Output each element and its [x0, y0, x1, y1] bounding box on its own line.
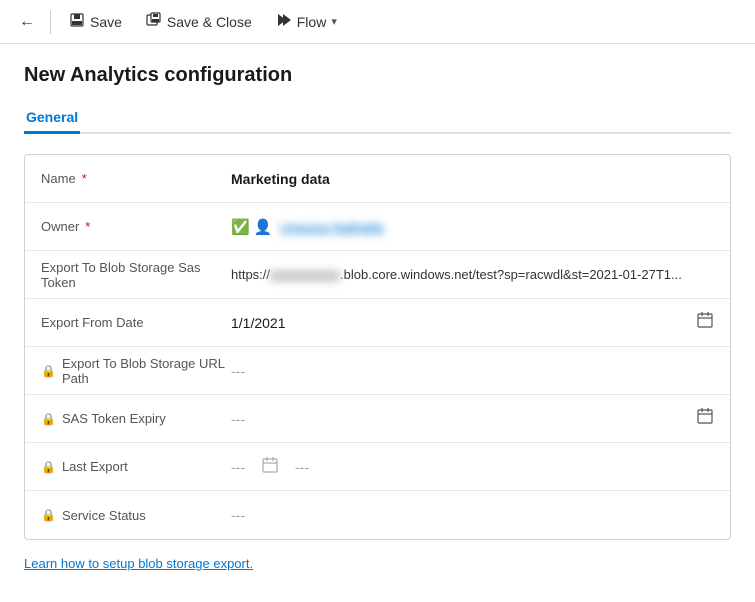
value-export-date: 1/1/2021	[231, 311, 714, 334]
flow-label: Flow	[297, 14, 327, 30]
required-star-owner: *	[85, 219, 90, 234]
owner-icons: ✅ 👤	[231, 218, 272, 236]
owner-name[interactable]: Urquiza Nathalie	[280, 219, 384, 235]
save-close-icon	[146, 12, 162, 31]
label-last-export: 🔒 Last Export	[41, 459, 231, 474]
learn-more-link[interactable]: Learn how to setup blob storage export.	[24, 556, 731, 571]
form-row-url-path: 🔒 Export To Blob Storage URL Path ---	[25, 347, 730, 395]
form-row-service-status: 🔒 Service Status ---	[25, 491, 730, 539]
value-last-export: --- ---	[231, 456, 714, 477]
toolbar: ← Save Save & Close	[0, 0, 755, 44]
required-star-name: *	[82, 171, 87, 186]
sas-token-url: https://.blob.core.windows.net/test?sp=r…	[231, 267, 682, 282]
toolbar-divider	[50, 10, 51, 34]
flow-button[interactable]: Flow ▾	[266, 8, 347, 35]
tabs: General	[24, 103, 731, 134]
form-card: Name * Marketing data Owner * ✅ 👤 Urquiz…	[24, 154, 731, 540]
flow-chevron-icon: ▾	[331, 15, 337, 28]
lock-icon-sas-expiry: 🔒	[41, 412, 56, 426]
check-circle-icon: ✅	[231, 218, 250, 236]
person-icon: 👤	[254, 218, 273, 236]
lock-icon-service-status: 🔒	[41, 508, 56, 522]
form-row-sas-expiry: 🔒 SAS Token Expiry ---	[25, 395, 730, 443]
back-icon: ←	[19, 13, 35, 31]
label-sas-token: Export To Blob Storage Sas Token	[41, 260, 231, 290]
label-export-date: Export From Date	[41, 315, 231, 330]
save-close-label: Save & Close	[167, 14, 252, 30]
value-url-path: ---	[231, 363, 714, 379]
form-row-export-date: Export From Date 1/1/2021	[25, 299, 730, 347]
lock-icon-url-path: 🔒	[41, 364, 56, 378]
value-sas-expiry: ---	[231, 407, 714, 430]
lock-icon-last-export: 🔒	[41, 460, 56, 474]
form-row-owner: Owner * ✅ 👤 Urquiza Nathalie	[25, 203, 730, 251]
label-url-path: 🔒 Export To Blob Storage URL Path	[41, 356, 231, 386]
back-button[interactable]: ←	[12, 7, 42, 37]
save-label: Save	[90, 14, 122, 30]
label-service-status: 🔒 Service Status	[41, 508, 231, 523]
last-export-calendar-icon[interactable]	[261, 456, 279, 477]
tab-general[interactable]: General	[24, 103, 80, 134]
value-service-status: ---	[231, 507, 714, 523]
form-row-sas-token: Export To Blob Storage Sas Token https:/…	[25, 251, 730, 299]
save-icon	[69, 12, 85, 31]
flow-icon	[276, 12, 292, 31]
save-button[interactable]: Save	[59, 8, 132, 35]
value-owner: ✅ 👤 Urquiza Nathalie	[231, 218, 714, 236]
sas-expiry-calendar-icon[interactable]	[696, 407, 714, 430]
value-name: Marketing data	[231, 171, 714, 187]
form-row-last-export: 🔒 Last Export --- ---	[25, 443, 730, 491]
label-name: Name *	[41, 171, 231, 186]
save-close-button[interactable]: Save & Close	[136, 8, 262, 35]
page-title: New Analytics configuration	[24, 64, 731, 87]
tab-general-label: General	[26, 109, 78, 125]
label-sas-expiry: 🔒 SAS Token Expiry	[41, 411, 231, 426]
page-content: New Analytics configuration General Name…	[0, 44, 755, 591]
export-date-calendar-icon[interactable]	[696, 311, 714, 334]
label-owner: Owner *	[41, 219, 231, 234]
value-sas-token: https://.blob.core.windows.net/test?sp=r…	[231, 267, 714, 282]
form-row-name: Name * Marketing data	[25, 155, 730, 203]
